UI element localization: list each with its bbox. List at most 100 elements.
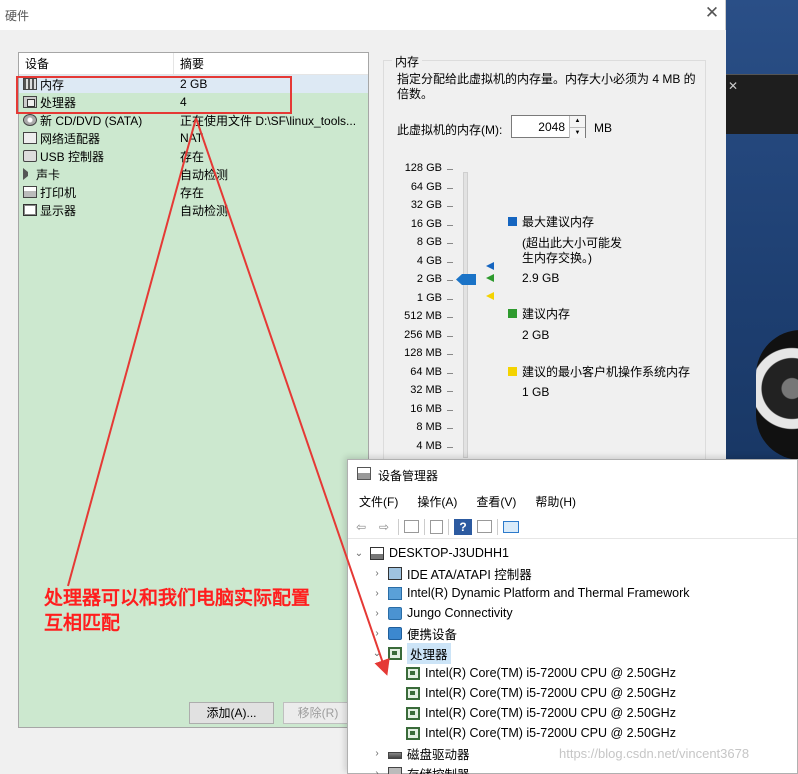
device-name: USB 控制器 (40, 149, 105, 164)
tree-leaf-label: Intel(R) Core(TM) i5-7200U CPU @ 2.50GHz (425, 666, 676, 680)
scale-label: 16 MB (410, 402, 442, 415)
scale-label: 2 GB (416, 273, 442, 285)
scale-tick (447, 428, 453, 429)
tree-node-ide[interactable]: › IDE ATA/ATAPI 控制器 (348, 563, 797, 583)
device-row-display[interactable]: 显示器 自动检测 (19, 201, 368, 219)
device-row-memory[interactable]: 内存 2 GB (19, 75, 368, 93)
memory-group-title: 内存 (392, 53, 423, 70)
processor-icon (406, 666, 420, 680)
tree-leaf-cpu[interactable]: Intel(R) Core(TM) i5-7200U CPU @ 2.50GHz (348, 703, 797, 723)
device-name: 处理器 (40, 95, 77, 110)
device-tree: ⌄ DESKTOP-J3UDHH1 › IDE ATA/ATAPI 控制器 › … (348, 543, 797, 774)
tree-root[interactable]: ⌄ DESKTOP-J3UDHH1 (348, 543, 797, 563)
column-header-summary[interactable]: 摘要 (174, 53, 204, 74)
device-manager-menu: 文件(F) 操作(A) 查看(V) 帮助(H) (348, 491, 584, 511)
recommended-marker (486, 274, 494, 282)
expand-icon[interactable]: › (370, 748, 384, 759)
speaker-graphic (756, 330, 798, 460)
device-row-printer[interactable]: 打印机 存在 (19, 183, 368, 201)
collapse-icon[interactable]: ⌄ (370, 648, 384, 659)
processor-icon (23, 96, 37, 108)
memory-description: 指定分配给此虚拟机的内存量。内存大小必须为 4 MB 的倍数。 (397, 72, 696, 101)
tree-leaf-label: Intel(R) Core(TM) i5-7200U CPU @ 2.50GHz (425, 706, 676, 720)
intel-framework-icon (388, 586, 402, 600)
scale-tick (447, 261, 453, 263)
device-summary: 存在 (180, 185, 205, 200)
network-adapter-icon (23, 132, 37, 144)
display-icon (23, 204, 37, 216)
expand-icon[interactable]: › (370, 568, 384, 579)
help-icon[interactable]: ? (454, 518, 472, 535)
scale-label: 32 GB (410, 199, 442, 211)
expand-icon[interactable]: › (370, 768, 384, 774)
tree-node-jungo[interactable]: › Jungo Connectivity (348, 603, 797, 623)
tree-node-label: 处理器 (407, 642, 451, 664)
close-button[interactable]: ✕ (702, 2, 722, 24)
device-summary: NAT (180, 131, 204, 145)
memory-value[interactable]: 2048 (538, 120, 565, 134)
max-recommended-marker (486, 262, 494, 270)
collapse-icon[interactable]: ⌄ (352, 548, 366, 559)
background-window: ✕ (726, 74, 798, 134)
tree-node-intel-framework[interactable]: › Intel(R) Dynamic Platform and Thermal … (348, 583, 797, 603)
memory-spinbox[interactable]: 2048 ▲ ▼ (511, 115, 586, 138)
memory-slider-track[interactable] (463, 172, 468, 458)
device-manager-window: 设备管理器 文件(F) 操作(A) 查看(V) 帮助(H) ⇦ ⇨ ? ⌄ DE… (347, 459, 798, 774)
tree-leaf-cpu[interactable]: Intel(R) Core(TM) i5-7200U CPU @ 2.50GHz (348, 663, 797, 683)
toolbar-separator (497, 518, 498, 535)
usb-icon (23, 150, 37, 162)
printer-icon (23, 186, 37, 198)
memory-field-label: 此虚拟机的内存(M): (397, 123, 503, 137)
back-icon[interactable]: ⇦ (352, 519, 370, 535)
tree-leaf-cpu[interactable]: Intel(R) Core(TM) i5-7200U CPU @ 2.50GHz (348, 683, 797, 703)
device-row-processor[interactable]: 处理器 4 (19, 93, 368, 111)
disk-drive-icon (388, 751, 402, 759)
device-manager-toolbar: ⇦ ⇨ ? (348, 515, 797, 539)
device-summary: 存在 (180, 149, 205, 164)
device-summary: 正在使用文件 D:\SF\linux_tools... (180, 113, 357, 128)
scan-icon[interactable] (477, 520, 492, 533)
device-list-icon[interactable] (430, 519, 443, 534)
device-row-cd-dvd[interactable]: 新 CD/DVD (SATA) 正在使用文件 D:\SF\linux_tools… (19, 111, 368, 129)
scale-label: 128 GB (404, 162, 442, 174)
scale-tick (447, 354, 453, 355)
memory-unit: MB (594, 121, 612, 135)
close-icon[interactable]: ✕ (728, 79, 738, 93)
menu-file[interactable]: 文件(F) (348, 491, 406, 511)
tree-leaf-cpu[interactable]: Intel(R) Core(TM) i5-7200U CPU @ 2.50GHz (348, 723, 797, 743)
annotation-line: 处理器可以和我们电脑实际配置 (44, 588, 311, 609)
scale-label: 256 MB (404, 328, 442, 341)
toolbar-separator (448, 518, 449, 535)
device-row-network[interactable]: 网络适配器 NAT (19, 129, 368, 147)
expand-icon[interactable]: › (370, 628, 384, 639)
scale-label: 512 MB (404, 310, 442, 322)
device-summary: 自动检测 (180, 167, 229, 182)
scale-label: 1 GB (416, 291, 442, 304)
menu-action[interactable]: 操作(A) (406, 491, 465, 511)
tree-node-processor[interactable]: ⌄ 处理器 (348, 642, 797, 664)
menu-view[interactable]: 查看(V) (465, 491, 524, 511)
tree-node-storage[interactable]: › 存储控制器 (348, 763, 797, 774)
tree-node-portable[interactable]: › 便携设备 (348, 623, 797, 643)
column-header-device[interactable]: 设备 (19, 53, 174, 74)
toolbar-separator (424, 518, 425, 535)
expand-icon[interactable]: › (370, 588, 384, 599)
add-button[interactable]: 添加(A)... (189, 702, 274, 724)
minimum-marker (486, 292, 494, 300)
device-row-sound[interactable]: 声卡 自动检测 (19, 165, 368, 183)
forward-icon[interactable]: ⇨ (375, 519, 393, 535)
remove-button[interactable]: 移除(R) (283, 702, 353, 724)
expand-icon[interactable]: › (370, 608, 384, 619)
tree-leaf-label: Intel(R) Core(TM) i5-7200U CPU @ 2.50GHz (425, 726, 676, 740)
monitor-icon[interactable] (503, 520, 519, 533)
legend-max-title: 最大建议内存 (522, 215, 595, 229)
scale-label: 64 MB (410, 365, 442, 378)
menu-help[interactable]: 帮助(H) (524, 491, 584, 511)
processor-icon (406, 706, 420, 720)
scale-label: 8 MB (416, 421, 442, 433)
spin-down-icon[interactable]: ▼ (569, 127, 585, 138)
portable-device-icon (388, 626, 402, 640)
properties-icon[interactable] (404, 520, 419, 533)
spin-up-icon[interactable]: ▲ (569, 116, 585, 127)
device-row-usb[interactable]: USB 控制器 存在 (19, 147, 368, 165)
